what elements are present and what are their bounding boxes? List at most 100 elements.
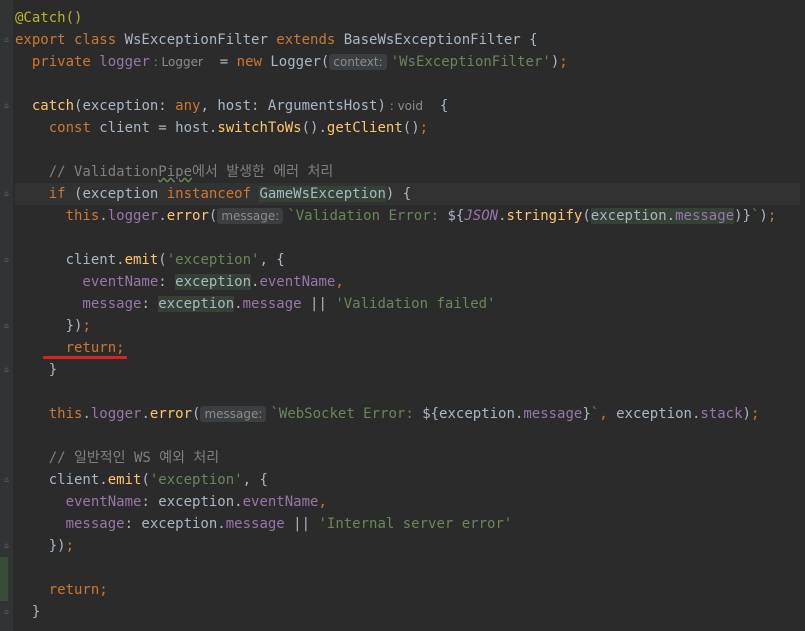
code-token: logger [107, 208, 159, 224]
code-token: new [236, 54, 271, 70]
code-line[interactable] [15, 227, 800, 249]
code-line[interactable]: const client = host.switchToWs().getClie… [15, 117, 800, 139]
code-line[interactable] [15, 381, 800, 403]
code-token: export class [15, 32, 125, 48]
code-token: catch [15, 98, 75, 114]
code-token: eventName [242, 494, 319, 510]
fold-marker-icon[interactable]: ⌂ [3, 321, 10, 330]
code-line[interactable]: } [15, 601, 800, 623]
code-token: , { [242, 472, 268, 488]
code-token: ) [759, 208, 768, 224]
code-token: = [202, 54, 237, 70]
code-line[interactable]: // ValidationPipe에서 발생한 에러 처리 [15, 161, 800, 183]
code-token: 'exception' [149, 472, 243, 488]
code-token: client. [15, 252, 125, 268]
code-token: (). [301, 120, 327, 136]
code-token: ; [750, 406, 760, 422]
code-token: ; [559, 54, 568, 70]
code-token: exception [590, 208, 667, 224]
code-token: || [284, 516, 319, 532]
code-line[interactable]: message: exception.message || 'Validatio… [15, 293, 800, 315]
code-token: . [498, 208, 507, 224]
code-token: error [166, 208, 209, 224]
code-token: this [15, 406, 83, 422]
code-line[interactable]: this.logger.error(message: `Validation Er… [15, 205, 800, 227]
parameter-inlay-hint: message: [217, 208, 284, 224]
code-line[interactable]: return; [15, 337, 800, 359]
code-token: ( [582, 208, 591, 224]
code-token: client = host. [99, 120, 218, 136]
spellcheck-squiggle: Pipe [158, 164, 193, 180]
code-line[interactable] [15, 557, 800, 579]
code-line[interactable]: if (exception instanceof GameWsException… [15, 183, 800, 205]
code-line[interactable]: return; [15, 579, 800, 601]
code-line[interactable]: client.emit('exception', { [15, 469, 800, 491]
code-token: )} [734, 208, 751, 224]
code-line[interactable] [15, 425, 800, 447]
code-editor[interactable]: @Catch() export class WsExceptionFilter e… [0, 0, 805, 631]
code-token: error [149, 406, 193, 422]
code-token: const [15, 120, 100, 136]
code-token: . [141, 406, 150, 422]
code-token: ) { [385, 186, 412, 202]
code-line[interactable]: this.logger.error(message: `WebSocket Err… [15, 403, 800, 425]
code-token: client. [15, 472, 108, 488]
type-inlay-hint: : Logger [149, 55, 203, 69]
code-token: . [99, 208, 108, 224]
code-token: } [582, 406, 591, 422]
code-token: ( [192, 406, 201, 422]
code-token: exception. [616, 406, 701, 422]
code-line[interactable]: // 일반적인 WS 예외 처리 [15, 447, 800, 469]
code-token: extends [276, 32, 344, 48]
code-token: ; [82, 318, 91, 334]
code-token: WsExceptionFilter [124, 32, 277, 48]
code-token: return; [15, 340, 125, 356]
fold-marker-icon[interactable]: ⌂ [3, 35, 10, 44]
code-line[interactable]: export class WsExceptionFilter extends B… [15, 29, 800, 51]
code-token: ( [158, 252, 167, 268]
code-token: } [15, 604, 41, 620]
editor-gutter[interactable] [0, 0, 13, 631]
code-line[interactable]: } [15, 359, 800, 381]
fold-marker-icon[interactable]: ⌂ [3, 101, 10, 110]
code-token: this [15, 208, 100, 224]
code-token: @Catch() [15, 10, 83, 26]
code-token: || [301, 296, 336, 312]
parameter-inlay-hint: context: [329, 54, 387, 70]
fold-marker-icon[interactable]: ⌂ [3, 475, 10, 484]
code-line[interactable]: eventName: exception.eventName, [15, 491, 800, 513]
code-line[interactable] [15, 139, 800, 161]
code-token: 'WsExceptionFilter' [390, 54, 551, 70]
code-line[interactable]: @Catch() [15, 7, 800, 29]
code-token: , { [259, 252, 285, 268]
code-token: ${ [447, 208, 465, 224]
code-token: message [225, 516, 285, 532]
code-line[interactable]: client.emit('exception', { [15, 249, 800, 271]
code-token: `Validation Error: [287, 208, 448, 224]
fold-marker-icon[interactable]: ⌂ [3, 189, 10, 198]
code-token: if [15, 186, 75, 202]
vcs-change-marker[interactable] [0, 557, 8, 601]
code-token: `WebSocket Error: [270, 406, 423, 422]
fold-marker-icon[interactable]: ⌂ [3, 541, 10, 550]
code-token: }) [15, 538, 66, 554]
code-line[interactable]: }); [15, 315, 800, 337]
code-line[interactable]: private logger : Logger = new Logger(con… [15, 51, 800, 73]
code-token: () [402, 120, 420, 136]
code-token: ) [742, 406, 751, 422]
code-token: BaseWsExceptionFilter { [343, 32, 538, 48]
code-line[interactable]: }); [15, 535, 800, 557]
code-line[interactable]: message: exception.message || 'Internal … [15, 513, 800, 535]
code-token: . [234, 296, 243, 312]
code-token: return; [15, 582, 108, 598]
code-token: ( [141, 472, 150, 488]
code-line[interactable]: catch(exception: any, host: ArgumentsHos… [15, 95, 800, 117]
fold-marker-icon[interactable]: ⌂ [3, 365, 10, 374]
code-token: ( [208, 208, 218, 224]
fold-marker-icon[interactable]: ⌂ [3, 607, 10, 616]
code-line[interactable]: eventName: exception.eventName, [15, 271, 800, 293]
code-token: 'Internal server error' [318, 516, 513, 532]
fold-marker-icon[interactable]: ⌂ [3, 255, 10, 264]
code-token: JSON [464, 208, 499, 224]
code-line[interactable] [15, 73, 800, 95]
